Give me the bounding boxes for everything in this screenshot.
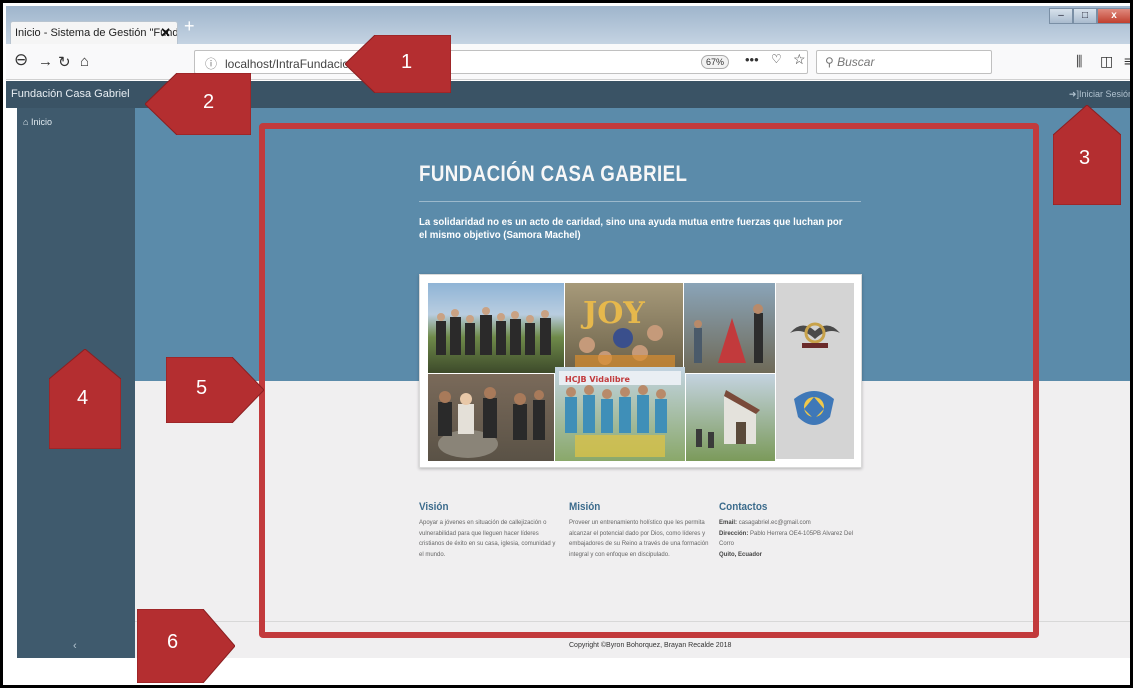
new-tab-button[interactable]: + [184,16,195,37]
sidebar-item-label: Inicio [30,117,52,127]
back-arrow-icon[interactable]: ⊖ [14,50,28,70]
annotation-number: 5 [196,377,208,399]
annotation-number: 6 [167,631,179,653]
menu-icon[interactable]: ≡ [1124,53,1130,69]
annotation-marker-6: 6 [137,609,235,683]
bookmark-star-icon[interactable]: ☆ [793,51,806,68]
annotation-marker-2: 2 [145,73,251,135]
forward-arrow-icon[interactable]: → [38,53,53,70]
sidebar-toggle-icon[interactable]: ◫ [1100,53,1113,70]
browser-tab[interactable]: Inicio - Sistema de Gestión "Fundac ✕ [10,21,178,45]
annotation-frame [259,123,1039,638]
search-input[interactable]: ⚲ Buscar [816,50,992,74]
window-controls: – □ x [1049,8,1130,24]
search-icon: ⚲ [825,55,838,69]
reload-icon[interactable]: ↻ [58,53,71,71]
annotation-marker-4: 4 [49,349,121,449]
login-icon: ➜] [1068,89,1079,99]
library-icon[interactable]: ⫼ [1076,53,1082,70]
screenshot-frame: Inicio - Sistema de Gestión "Fundac ✕ + … [0,0,1133,688]
minimize-button[interactable]: – [1049,8,1073,24]
page-actions-icon[interactable]: ••• [745,52,759,67]
close-tab-icon[interactable]: ✕ [160,25,171,41]
copyright-text: Copyright ©Byron Bohorquez, Brayan Recal… [569,642,732,649]
annotation-number: 3 [1079,147,1091,169]
browser-tab-bar: Inicio - Sistema de Gestión "Fundac ✕ + … [6,6,1130,45]
app-brand[interactable]: Fundación Casa Gabriel [11,88,130,100]
maximize-button[interactable]: □ [1073,8,1097,24]
pocket-icon[interactable]: ♡ [771,52,782,66]
annotation-number: 4 [77,387,89,409]
annotation-marker-3: 3 [1053,105,1121,205]
window-close-button[interactable]: x [1097,8,1130,24]
annotation-marker-5: 5 [166,357,264,423]
url-bar[interactable]: ⓘ localhost/IntraFundacion/ 67% ••• ♡ ☆ [194,50,808,74]
sidebar-collapse-icon[interactable]: ‹ [73,640,77,652]
annotation-marker-1: 1 [345,35,451,93]
url-text: localhost/IntraFundacion/ [225,57,360,71]
search-placeholder: Buscar [837,55,875,69]
login-link[interactable]: ➜]Iniciar Sesión [1068,89,1133,100]
zoom-indicator[interactable]: 67% [701,55,730,69]
tab-title: Inicio - Sistema de Gestión "Fundac [15,27,178,39]
sidebar-item-inicio[interactable]: ⌂ Inicio [23,117,52,127]
home-icon[interactable]: ⌂ [80,53,89,70]
annotation-number: 1 [401,51,413,73]
login-label: Iniciar Sesión [1078,89,1133,99]
home-icon: ⌂ [23,117,31,127]
info-icon[interactable]: ⓘ [205,57,217,71]
annotation-number: 2 [203,91,215,113]
